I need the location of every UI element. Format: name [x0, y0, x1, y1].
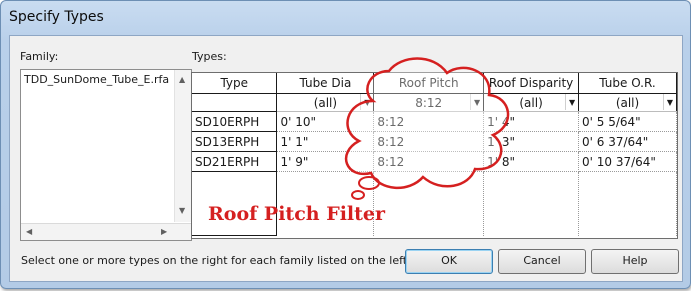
family-horizontal-scrollbar[interactable]: ◀ ▶: [21, 223, 191, 240]
chevron-right-icon[interactable]: ▶: [161, 227, 167, 236]
dialog-title: Specify Types: [9, 9, 104, 25]
table-cell: 8:12: [373, 111, 485, 132]
filter-cell-type: [192, 93, 278, 112]
types-label: Types:: [192, 50, 227, 63]
table-row[interactable]: SD21ERPH 1' 9" 8:12 1' 8" 0' 10 37/64": [192, 151, 677, 172]
table-row[interactable]: SD13ERPH 1' 1" 8:12 1' 3" 0' 6 37/64": [192, 131, 677, 152]
chevron-down-icon[interactable]: ▼: [663, 94, 676, 110]
filter-value: (all): [313, 95, 338, 110]
filter-roof-disparity[interactable]: (all) ▼: [483, 93, 580, 112]
chevron-down-icon[interactable]: ▼: [360, 94, 374, 110]
chevron-left-icon[interactable]: ◀: [26, 227, 32, 236]
table-cell: 0' 10 37/64": [578, 151, 677, 172]
dialog-body: Family: Types: TDD_SunDome_Tube_E.rfa ▲ …: [9, 35, 683, 282]
table-cell: 1' 1": [276, 131, 375, 152]
column-header-tube-dia[interactable]: Tube Dia: [276, 73, 375, 94]
chevron-down-icon[interactable]: ▼: [179, 206, 185, 215]
family-vertical-scrollbar[interactable]: ▲ ▼: [174, 70, 191, 222]
type-name-cell[interactable]: SD13ERPH: [192, 131, 278, 152]
table-cell: 8:12: [373, 151, 485, 172]
column-header-roof-disparity[interactable]: Roof Disparity: [483, 73, 580, 94]
column-header-roof-pitch[interactable]: Roof Pitch: [373, 73, 485, 94]
help-button[interactable]: Help: [591, 249, 679, 274]
empty-cell: [578, 171, 677, 236]
table-cell: 0' 6 37/64": [578, 131, 677, 152]
column-header-tube-or[interactable]: Tube O.R.: [578, 73, 677, 94]
table-cell: 1' 4": [483, 111, 580, 132]
cancel-button[interactable]: Cancel: [498, 249, 586, 274]
grid-header-row: Type Tube Dia Roof Pitch Roof Disparity …: [192, 73, 677, 94]
family-label: Family:: [20, 50, 59, 63]
family-listbox[interactable]: TDD_SunDome_Tube_E.rfa ▲ ▼ ◀ ▶: [20, 69, 192, 241]
chevron-down-icon[interactable]: ▼: [470, 94, 484, 110]
empty-cell: [373, 171, 485, 236]
specify-types-dialog: Specify Types Family: Types: TDD_SunDome…: [0, 0, 691, 289]
table-cell: 8:12: [373, 131, 485, 152]
filter-value: (all): [615, 95, 640, 110]
ok-button[interactable]: OK: [405, 249, 493, 274]
filter-row: (all) ▼ 8:12 ▼ (all) ▼ (all) ▼: [192, 93, 677, 112]
table-cell: 0' 10": [276, 111, 375, 132]
filter-tube-dia[interactable]: (all) ▼: [276, 93, 375, 112]
table-cell: 1' 8": [483, 151, 580, 172]
column-header-type[interactable]: Type: [192, 73, 278, 94]
family-list-item[interactable]: TDD_SunDome_Tube_E.rfa: [24, 73, 169, 86]
instruction-text: Select one or more types on the right fo…: [21, 254, 408, 267]
type-name-cell[interactable]: SD21ERPH: [192, 151, 278, 172]
filter-roof-pitch[interactable]: 8:12 ▼: [373, 93, 485, 112]
table-cell: 1' 3": [483, 131, 580, 152]
empty-cell: [483, 171, 580, 236]
annotation-label: Roof Pitch Filter: [208, 203, 386, 225]
table-cell: 1' 9": [276, 151, 375, 172]
type-name-cell[interactable]: SD10ERPH: [192, 111, 278, 132]
filter-value: 8:12: [415, 95, 443, 110]
table-cell: 0' 5 5/64": [578, 111, 677, 132]
filter-tube-or[interactable]: (all) ▼: [578, 93, 677, 112]
filter-value: (all): [519, 95, 543, 110]
chevron-down-icon[interactable]: ▼: [565, 94, 579, 110]
chevron-up-icon[interactable]: ▲: [179, 75, 185, 84]
table-row[interactable]: SD10ERPH 0' 10" 8:12 1' 4" 0' 5 5/64": [192, 111, 677, 132]
